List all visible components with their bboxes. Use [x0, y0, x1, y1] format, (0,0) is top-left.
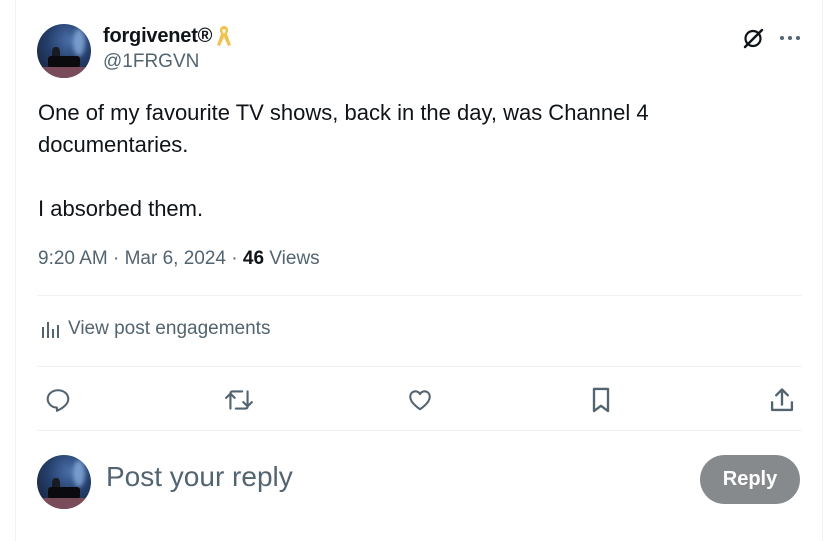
like-icon[interactable] [403, 383, 437, 417]
post-metadata: 9:20 AM · Mar 6, 2024 · 46 Views [38, 248, 320, 269]
post-actions-bar [0, 383, 838, 417]
yellow-ribbon-icon [216, 24, 232, 48]
divider [37, 366, 802, 367]
analytics-icon [38, 317, 62, 341]
author-display-name[interactable]: forgivenet® [103, 24, 232, 48]
view-engagements-link[interactable]: View post engagements [38, 317, 270, 341]
post-time[interactable]: 9:20 AM [38, 248, 108, 269]
post-date[interactable]: Mar 6, 2024 [125, 248, 226, 269]
reply-input[interactable] [104, 460, 668, 494]
grok-icon[interactable] [740, 25, 768, 51]
divider [37, 430, 802, 431]
share-icon[interactable] [765, 383, 799, 417]
author-handle[interactable]: @1FRGVN [103, 51, 199, 73]
divider [37, 295, 802, 296]
current-user-avatar[interactable] [37, 455, 91, 509]
author-avatar[interactable] [37, 24, 91, 78]
bookmark-icon[interactable] [584, 383, 618, 417]
more-options-icon[interactable] [776, 25, 804, 51]
views-count: 46 [242, 248, 265, 269]
reply-icon[interactable] [41, 383, 75, 417]
display-name-text[interactable]: forgivenet® [103, 25, 212, 48]
engagements-label: View post engagements [68, 318, 271, 339]
post-text-line: I absorbed them. [38, 196, 204, 221]
views-label: Views [269, 248, 320, 269]
repost-icon[interactable] [222, 383, 256, 417]
post-text-line: One of my favourite TV shows, back in th… [38, 100, 649, 157]
reply-button[interactable]: Reply [700, 455, 800, 504]
post-text: One of my favourite TV shows, back in th… [38, 97, 778, 225]
